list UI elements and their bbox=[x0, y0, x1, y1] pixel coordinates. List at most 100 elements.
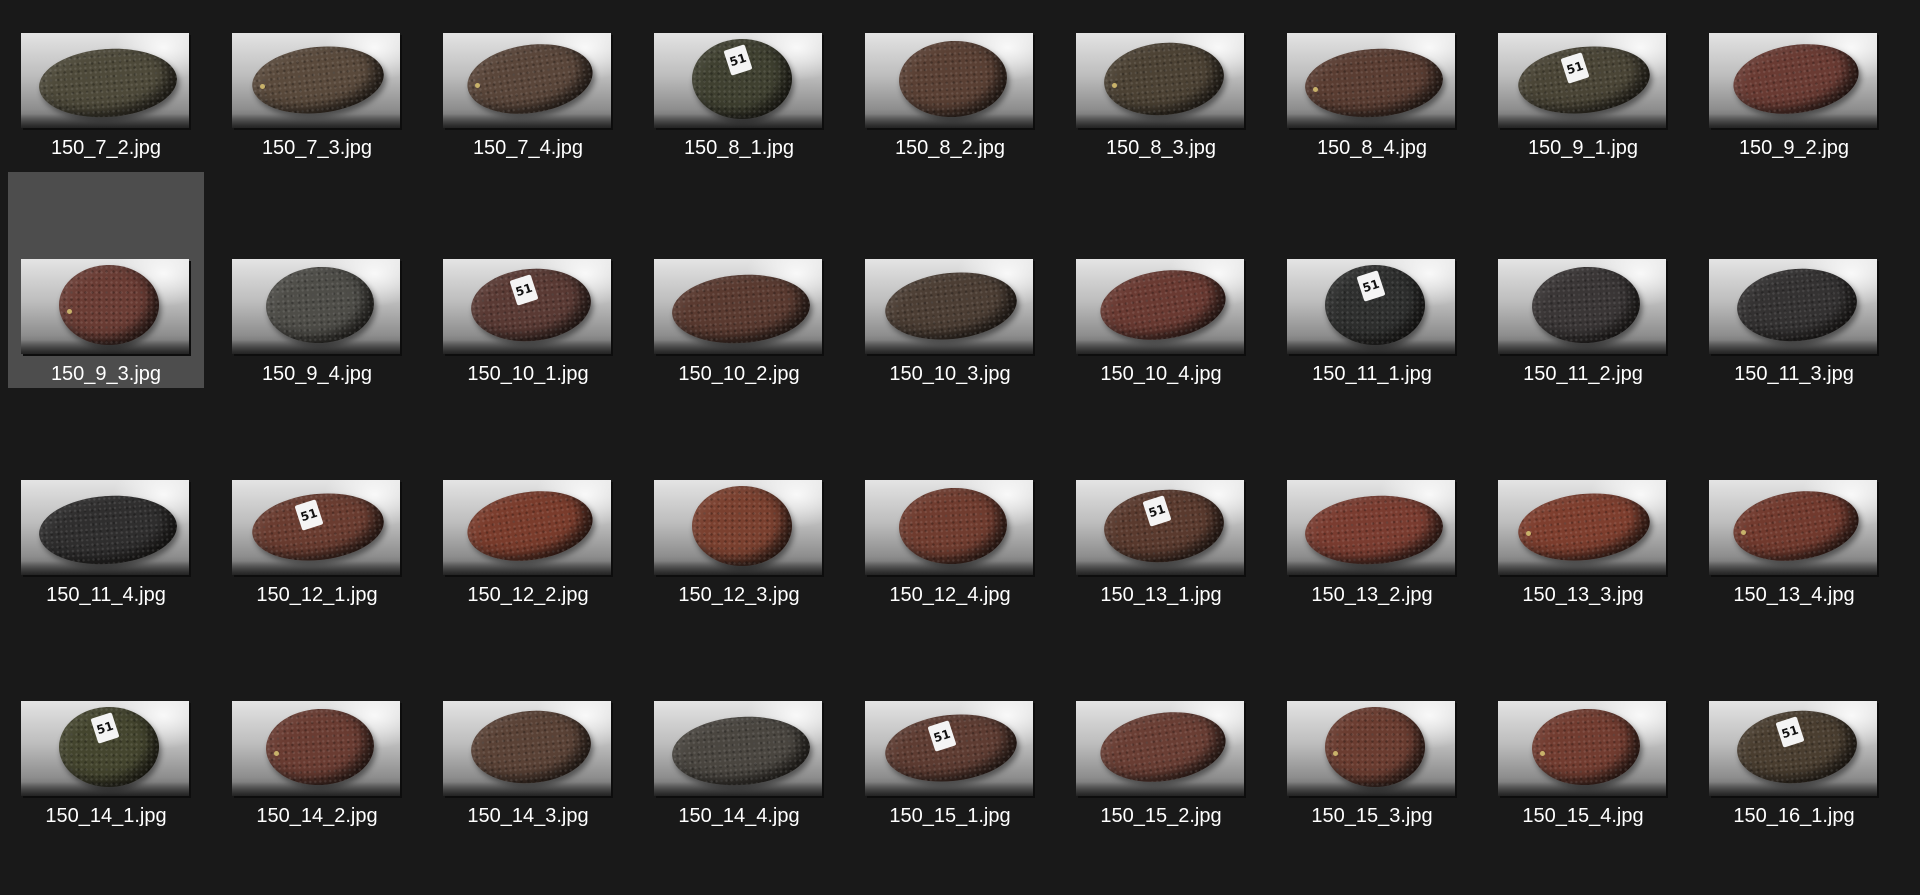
file-thumbnail[interactable]: 51 bbox=[443, 259, 611, 354]
file-item[interactable]: 150_15_2.jpg bbox=[1063, 614, 1259, 830]
avocado-image bbox=[669, 270, 813, 348]
file-thumbnail[interactable] bbox=[232, 259, 400, 354]
file-thumbnail[interactable] bbox=[654, 259, 822, 354]
file-item[interactable]: 150_7_2.jpg bbox=[8, 0, 204, 162]
file-thumbnail[interactable]: 51 bbox=[1498, 33, 1666, 128]
file-item[interactable]: 51 150_12_1.jpg bbox=[219, 393, 415, 609]
file-thumbnail[interactable] bbox=[232, 33, 400, 128]
file-thumbnail[interactable] bbox=[1498, 480, 1666, 575]
file-item[interactable]: 150_13_3.jpg bbox=[1485, 393, 1681, 609]
file-thumbnail[interactable] bbox=[1287, 33, 1455, 128]
file-item[interactable]: 150_8_2.jpg bbox=[852, 0, 1048, 162]
file-item[interactable]: 150_8_4.jpg bbox=[1274, 0, 1470, 162]
file-name-label: 150_14_1.jpg bbox=[45, 805, 167, 827]
file-thumbnail[interactable] bbox=[654, 480, 822, 575]
file-thumbnail[interactable] bbox=[654, 701, 822, 796]
file-thumbnail[interactable]: 51 bbox=[1076, 480, 1244, 575]
file-item[interactable]: 150_10_4.jpg bbox=[1063, 172, 1259, 388]
file-name-label: 150_12_4.jpg bbox=[889, 584, 1011, 606]
file-item[interactable]: 150_9_4.jpg bbox=[219, 172, 415, 388]
file-item[interactable]: 150_15_4.jpg bbox=[1485, 614, 1681, 830]
file-name-label: 150_10_3.jpg bbox=[889, 363, 1011, 385]
file-item[interactable]: 51 150_13_1.jpg bbox=[1063, 393, 1259, 609]
file-name-label: 150_9_2.jpg bbox=[1738, 137, 1850, 159]
file-name-label: 150_14_3.jpg bbox=[467, 805, 589, 827]
file-item[interactable]: 150_7_4.jpg bbox=[430, 0, 626, 162]
file-thumbnail[interactable] bbox=[232, 701, 400, 796]
file-item[interactable]: 150_9_3.jpg bbox=[8, 172, 204, 388]
file-item[interactable]: 150_8_3.jpg bbox=[1063, 0, 1259, 162]
file-thumbnail[interactable] bbox=[1498, 259, 1666, 354]
file-item[interactable]: 51 150_16_1.jpg bbox=[1696, 614, 1892, 830]
file-thumbnail[interactable]: 51 bbox=[865, 701, 1033, 796]
file-item[interactable]: 150_14_3.jpg bbox=[430, 614, 626, 830]
file-name-label: 150_16_1.jpg bbox=[1733, 805, 1855, 827]
file-thumbnail[interactable] bbox=[1287, 701, 1455, 796]
file-thumbnail[interactable] bbox=[443, 480, 611, 575]
file-thumbnail[interactable] bbox=[1287, 480, 1455, 575]
file-item[interactable]: 150_12_3.jpg bbox=[641, 393, 837, 609]
file-item[interactable]: 51 150_8_1.jpg bbox=[641, 0, 837, 162]
file-thumbnail[interactable] bbox=[21, 33, 189, 128]
file-thumbnail[interactable] bbox=[443, 701, 611, 796]
file-item[interactable]: 51 150_10_1.jpg bbox=[430, 172, 626, 388]
file-thumbnail[interactable] bbox=[865, 33, 1033, 128]
file-name-label: 150_15_4.jpg bbox=[1522, 805, 1644, 827]
file-item[interactable]: 150_10_2.jpg bbox=[641, 172, 837, 388]
file-thumbnail[interactable] bbox=[21, 480, 189, 575]
file-thumbnail[interactable]: 51 bbox=[1709, 701, 1877, 796]
avocado-image bbox=[1302, 44, 1446, 122]
file-thumbnail[interactable]: 51 bbox=[232, 480, 400, 575]
thumbnail-floor bbox=[443, 561, 611, 575]
file-thumbnail[interactable] bbox=[1076, 259, 1244, 354]
avocado-image bbox=[692, 486, 792, 566]
file-thumbnail[interactable] bbox=[865, 259, 1033, 354]
file-name-label: 150_13_2.jpg bbox=[1311, 584, 1433, 606]
file-item[interactable]: 51 150_14_1.jpg bbox=[8, 614, 204, 830]
avocado-image bbox=[1325, 707, 1425, 787]
thumbnail-floor bbox=[1076, 340, 1244, 354]
file-item[interactable]: 150_14_4.jpg bbox=[641, 614, 837, 830]
file-thumbnail[interactable] bbox=[1709, 259, 1877, 354]
file-item[interactable]: 51 150_15_1.jpg bbox=[852, 614, 1048, 830]
file-name-label: 150_7_4.jpg bbox=[472, 137, 584, 159]
thumbnail-floor bbox=[1498, 782, 1666, 796]
file-item[interactable]: 150_13_4.jpg bbox=[1696, 393, 1892, 609]
avocado-stem bbox=[67, 309, 72, 314]
file-thumbnail[interactable] bbox=[1076, 701, 1244, 796]
file-item[interactable]: 51 150_11_1.jpg bbox=[1274, 172, 1470, 388]
file-thumbnail[interactable] bbox=[1709, 480, 1877, 575]
file-item[interactable]: 150_15_3.jpg bbox=[1274, 614, 1470, 830]
thumbnail-floor bbox=[232, 114, 400, 128]
file-item[interactable]: 150_11_2.jpg bbox=[1485, 172, 1681, 388]
file-thumbnail[interactable] bbox=[865, 480, 1033, 575]
file-name-label: 150_11_2.jpg bbox=[1523, 363, 1643, 385]
file-item[interactable]: 150_7_3.jpg bbox=[219, 0, 415, 162]
file-name-label: 150_13_3.jpg bbox=[1522, 584, 1644, 606]
file-item[interactable]: 150_12_4.jpg bbox=[852, 393, 1048, 609]
file-item[interactable]: 150_13_2.jpg bbox=[1274, 393, 1470, 609]
file-thumbnail[interactable]: 51 bbox=[1287, 259, 1455, 354]
file-item[interactable]: 51 150_9_1.jpg bbox=[1485, 0, 1681, 162]
file-thumbnail[interactable]: 51 bbox=[21, 701, 189, 796]
file-item[interactable]: 150_12_2.jpg bbox=[430, 393, 626, 609]
file-item[interactable]: 150_11_4.jpg bbox=[8, 393, 204, 609]
file-thumbnail[interactable]: 51 bbox=[654, 33, 822, 128]
thumbnail-floor bbox=[654, 114, 822, 128]
thumbnail-floor bbox=[865, 782, 1033, 796]
file-thumbnail[interactable] bbox=[1076, 33, 1244, 128]
file-thumbnail[interactable] bbox=[21, 259, 189, 354]
file-thumbnail[interactable] bbox=[1498, 701, 1666, 796]
file-name-label: 150_7_2.jpg bbox=[50, 137, 162, 159]
file-item[interactable]: 150_9_2.jpg bbox=[1696, 0, 1892, 162]
avocado-image bbox=[669, 712, 813, 790]
file-thumbnail[interactable] bbox=[443, 33, 611, 128]
file-item[interactable]: 150_10_3.jpg bbox=[852, 172, 1048, 388]
thumbnail-floor bbox=[1076, 561, 1244, 575]
file-item[interactable]: 150_14_2.jpg bbox=[219, 614, 415, 830]
file-thumbnail[interactable] bbox=[1709, 33, 1877, 128]
file-name-label: 150_12_1.jpg bbox=[256, 584, 378, 606]
thumbnail-floor bbox=[232, 561, 400, 575]
file-item[interactable]: 150_11_3.jpg bbox=[1696, 172, 1892, 388]
thumbnail-floor bbox=[21, 340, 189, 354]
